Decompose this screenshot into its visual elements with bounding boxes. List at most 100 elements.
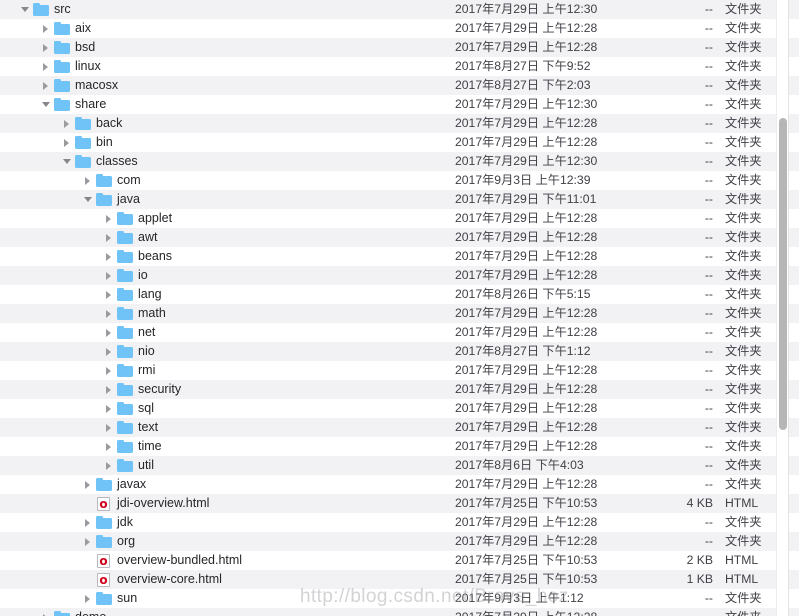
file-name-cell[interactable]: com	[83, 171, 141, 190]
vertical-scrollbar-thumb[interactable]	[779, 118, 787, 430]
chevron-right-icon[interactable]	[62, 114, 73, 133]
file-row[interactable]: jdi-overview.html 2017年7月25日 下午10:53 4 KB H…	[0, 494, 783, 513]
file-name-cell[interactable]: bsd	[41, 38, 95, 57]
file-row[interactable]: awt 2017年7月29日 上午12:28 -- 文件夹	[0, 228, 783, 247]
file-row[interactable]: javax 2017年7月29日 上午12:28 -- 文件夹	[0, 475, 783, 494]
file-name-cell[interactable]: org	[83, 532, 135, 551]
file-row[interactable]: bsd 2017年7月29日 上午12:28 -- 文件夹	[0, 38, 783, 57]
file-row[interactable]: share 2017年7月29日 上午12:30 -- 文件夹	[0, 95, 783, 114]
file-name-cell[interactable]: macosx	[41, 76, 118, 95]
file-name-cell[interactable]: time	[104, 437, 162, 456]
file-name-cell[interactable]: java	[83, 190, 140, 209]
file-name-cell[interactable]: sql	[104, 399, 154, 418]
chevron-right-icon[interactable]	[83, 171, 94, 190]
file-name-cell[interactable]: jdk	[83, 513, 133, 532]
file-row[interactable]: lang 2017年8月26日 下午5:15 -- 文件夹	[0, 285, 783, 304]
file-name-cell[interactable]: jdi-overview.html	[83, 494, 209, 513]
chevron-right-icon[interactable]	[41, 38, 52, 57]
chevron-right-icon[interactable]	[104, 361, 115, 380]
file-row[interactable]: org 2017年7月29日 上午12:28 -- 文件夹	[0, 532, 783, 551]
file-name-cell[interactable]: beans	[104, 247, 172, 266]
chevron-right-icon[interactable]	[62, 133, 73, 152]
file-row[interactable]: jdk 2017年7月29日 上午12:28 -- 文件夹	[0, 513, 783, 532]
vertical-scrollbar-track[interactable]	[776, 0, 788, 616]
chevron-right-icon[interactable]	[104, 456, 115, 475]
file-row[interactable]: back 2017年7月29日 上午12:28 -- 文件夹	[0, 114, 783, 133]
file-name-cell[interactable]: math	[104, 304, 166, 323]
file-row[interactable]: security 2017年7月29日 上午12:28 -- 文件夹	[0, 380, 783, 399]
file-row[interactable]: beans 2017年7月29日 上午12:28 -- 文件夹	[0, 247, 783, 266]
chevron-down-icon[interactable]	[41, 95, 52, 114]
file-row[interactable]: classes 2017年7月29日 上午12:30 -- 文件夹	[0, 152, 783, 171]
chevron-right-icon[interactable]	[104, 342, 115, 361]
file-row[interactable]: macosx 2017年8月27日 下午2:03 -- 文件夹	[0, 76, 783, 95]
chevron-right-icon[interactable]	[83, 589, 94, 608]
chevron-right-icon[interactable]	[104, 228, 115, 247]
file-name-cell[interactable]: back	[62, 114, 122, 133]
file-row[interactable]: linux 2017年8月27日 下午9:52 -- 文件夹	[0, 57, 783, 76]
file-name-cell[interactable]: share	[41, 95, 106, 114]
chevron-right-icon[interactable]	[104, 437, 115, 456]
chevron-right-icon[interactable]	[104, 323, 115, 342]
chevron-right-icon[interactable]	[104, 285, 115, 304]
file-row[interactable]: util 2017年8月6日 下午4:03 -- 文件夹	[0, 456, 783, 475]
chevron-right-icon[interactable]	[104, 209, 115, 228]
file-row[interactable]: src 2017年7月29日 上午12:30 -- 文件夹	[0, 0, 783, 19]
file-row[interactable]: applet 2017年7月29日 上午12:28 -- 文件夹	[0, 209, 783, 228]
chevron-right-icon[interactable]	[104, 266, 115, 285]
file-name-cell[interactable]: overview-core.html	[83, 570, 222, 589]
file-name-cell[interactable]: rmi	[104, 361, 155, 380]
file-row[interactable]: bin 2017年7月29日 上午12:28 -- 文件夹	[0, 133, 783, 152]
file-name-cell[interactable]: security	[104, 380, 181, 399]
file-row[interactable]: java 2017年7月29日 下午11:01 -- 文件夹	[0, 190, 783, 209]
file-row[interactable]: math 2017年7月29日 上午12:28 -- 文件夹	[0, 304, 783, 323]
chevron-right-icon[interactable]	[83, 532, 94, 551]
chevron-right-icon[interactable]	[104, 418, 115, 437]
file-name-cell[interactable]: lang	[104, 285, 162, 304]
chevron-right-icon[interactable]	[104, 399, 115, 418]
chevron-right-icon[interactable]	[41, 19, 52, 38]
file-name-cell[interactable]: linux	[41, 57, 101, 76]
file-row[interactable]: rmi 2017年7月29日 上午12:28 -- 文件夹	[0, 361, 783, 380]
file-name-cell[interactable]: sun	[83, 589, 137, 608]
file-kind: 文件夹	[725, 439, 762, 453]
file-row[interactable]: sql 2017年7月29日 上午12:28 -- 文件夹	[0, 399, 783, 418]
file-row[interactable]: overview-bundled.html 2017年7月25日 下午10:53 2…	[0, 551, 783, 570]
file-row[interactable]: net 2017年7月29日 上午12:28 -- 文件夹	[0, 323, 783, 342]
file-name-cell[interactable]: io	[104, 266, 148, 285]
file-row[interactable]: io 2017年7月29日 上午12:28 -- 文件夹	[0, 266, 783, 285]
chevron-right-icon[interactable]	[41, 57, 52, 76]
file-list[interactable]: src 2017年7月29日 上午12:30 -- 文件夹 aix 2017年7月29日 …	[0, 0, 783, 616]
file-name-cell[interactable]: overview-bundled.html	[83, 551, 242, 570]
file-row[interactable]: nio 2017年8月27日 下午1:12 -- 文件夹	[0, 342, 783, 361]
chevron-right-icon[interactable]	[83, 513, 94, 532]
file-name-cell[interactable]: util	[104, 456, 154, 475]
file-name-cell[interactable]: awt	[104, 228, 157, 247]
file-name-cell[interactable]: nio	[104, 342, 155, 361]
file-row[interactable]: aix 2017年7月29日 上午12:28 -- 文件夹	[0, 19, 783, 38]
chevron-down-icon[interactable]	[20, 0, 31, 19]
file-row[interactable]: com 2017年9月3日 上午12:39 -- 文件夹	[0, 171, 783, 190]
file-name-cell[interactable]: demo	[41, 608, 106, 616]
file-row[interactable]: sun 2017年9月3日 上午1:12 -- 文件夹	[0, 589, 783, 608]
chevron-right-icon[interactable]	[104, 380, 115, 399]
file-name-cell[interactable]: net	[104, 323, 155, 342]
file-name-cell[interactable]: text	[104, 418, 158, 437]
chevron-right-icon[interactable]	[41, 608, 52, 616]
chevron-right-icon[interactable]	[83, 475, 94, 494]
file-name-cell[interactable]: applet	[104, 209, 172, 228]
file-name-cell[interactable]: javax	[83, 475, 146, 494]
file-name-cell[interactable]: bin	[62, 133, 113, 152]
file-row[interactable]: text 2017年7月29日 上午12:28 -- 文件夹	[0, 418, 783, 437]
file-name-cell[interactable]: classes	[62, 152, 138, 171]
file-name-cell[interactable]: aix	[41, 19, 91, 38]
chevron-down-icon[interactable]	[62, 152, 73, 171]
chevron-right-icon[interactable]	[104, 247, 115, 266]
file-row[interactable]: overview-core.html 2017年7月25日 下午10:53 1 KB…	[0, 570, 783, 589]
chevron-right-icon[interactable]	[104, 304, 115, 323]
chevron-right-icon[interactable]	[41, 76, 52, 95]
file-name-cell[interactable]: src	[20, 0, 71, 19]
chevron-down-icon[interactable]	[83, 190, 94, 209]
file-row[interactable]: demo 2017年7月29日 上午12:28 -- 文件夹	[0, 608, 783, 616]
file-row[interactable]: time 2017年7月29日 上午12:28 -- 文件夹	[0, 437, 783, 456]
